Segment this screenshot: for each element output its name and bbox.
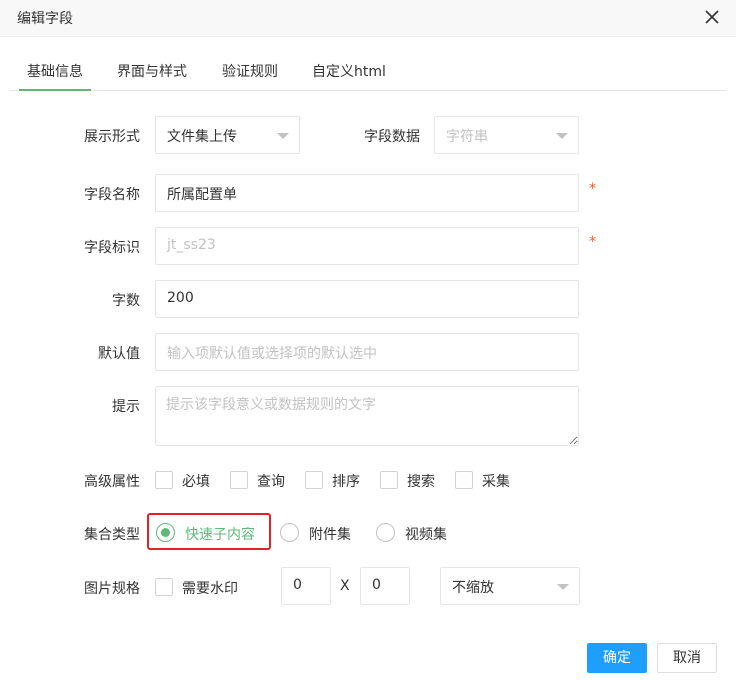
checkbox-label: 搜索	[407, 474, 435, 490]
collection-type-label: 集合类型	[84, 527, 140, 543]
tab-basic-info[interactable]: 基础信息	[19, 61, 91, 91]
required-mark: *	[589, 234, 596, 250]
checkbox-label: 排序	[332, 474, 360, 490]
checkbox-box	[155, 578, 173, 596]
tab-bar: 基础信息 界面与样式 验证规则 自定义html	[10, 37, 726, 91]
chevron-down-icon	[557, 584, 569, 590]
radio-label: 快速子内容	[185, 527, 255, 543]
radio-icon	[280, 523, 299, 542]
default-value-input[interactable]: 输入项默认值或选择项的默认选中	[155, 333, 579, 371]
dimension-separator: X	[340, 578, 350, 594]
image-height-value: 0	[372, 577, 381, 593]
radio-label: 视频集	[405, 527, 447, 543]
checkbox-label: 查询	[257, 474, 285, 490]
checkbox-box	[230, 471, 248, 489]
image-width-value: 0	[293, 577, 302, 593]
hint-label: 提示	[112, 399, 140, 415]
dialog-titlebar: 编辑字段	[0, 0, 736, 37]
required-mark: *	[589, 181, 596, 197]
checkbox-label: 需要水印	[182, 581, 238, 597]
cancel-button[interactable]: 取消	[657, 643, 717, 673]
advanced-label: 高级属性	[84, 474, 140, 490]
field-data-placeholder: 字符串	[446, 129, 488, 145]
field-name-value: 所属配置单	[167, 187, 237, 203]
scale-mode-value: 不缩放	[452, 580, 494, 596]
hint-textarea[interactable]	[155, 386, 579, 446]
close-icon[interactable]	[704, 8, 720, 26]
default-value-placeholder: 输入项默认值或选择项的默认选中	[167, 346, 377, 362]
field-data-label: 字段数据	[364, 129, 420, 145]
length-label: 字数	[112, 293, 140, 309]
field-name-label: 字段名称	[84, 187, 140, 203]
field-name-input[interactable]: 所属配置单	[155, 174, 579, 212]
length-value: 200	[167, 290, 194, 306]
field-key-label: 字段标识	[84, 240, 140, 256]
checkbox-box	[305, 471, 323, 489]
chevron-down-icon	[556, 133, 568, 139]
display-mode-label: 展示形式	[84, 129, 140, 145]
checkbox-box	[455, 471, 473, 489]
image-spec-label: 图片规格	[84, 581, 140, 597]
field-key-placeholder: jt_ss23	[167, 237, 216, 253]
scale-mode-select[interactable]: 不缩放	[440, 567, 580, 605]
tab-custom-html[interactable]: 自定义html	[312, 61, 386, 81]
checkbox-label: 必填	[182, 474, 210, 490]
confirm-button[interactable]: 确定	[587, 643, 647, 673]
display-mode-select[interactable]: 文件集上传	[155, 116, 300, 154]
checkbox-box	[380, 471, 398, 489]
checkbox-box	[155, 471, 173, 489]
chevron-down-icon	[277, 133, 289, 139]
length-input[interactable]: 200	[155, 280, 579, 318]
image-height-input[interactable]: 0	[360, 567, 410, 605]
radio-selected-icon	[156, 523, 175, 542]
checkbox-label: 采集	[482, 474, 510, 490]
dialog-title: 编辑字段	[17, 11, 73, 27]
default-value-label: 默认值	[98, 346, 140, 362]
image-width-input[interactable]: 0	[281, 567, 331, 605]
field-data-select[interactable]: 字符串	[434, 116, 579, 154]
field-key-input[interactable]: jt_ss23	[155, 227, 579, 265]
radio-label: 附件集	[309, 527, 351, 543]
tab-interface-style[interactable]: 界面与样式	[117, 61, 187, 81]
radio-icon	[376, 523, 395, 542]
tab-validation-rules[interactable]: 验证规则	[222, 61, 278, 81]
display-mode-value: 文件集上传	[167, 129, 237, 145]
